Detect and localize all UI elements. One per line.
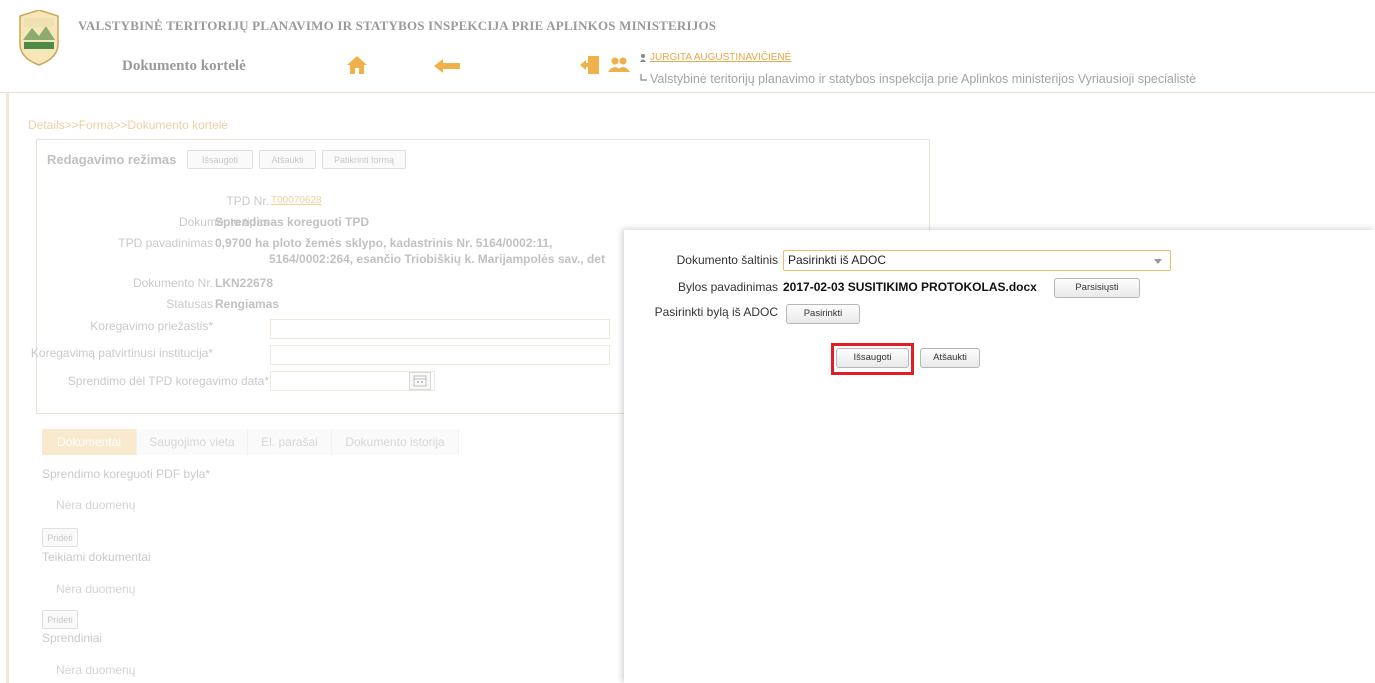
user-icon <box>640 54 646 62</box>
org-title: VALSTYBINĖ TERITORIJŲ PLANAVIMO IR STATY… <box>78 18 717 33</box>
role-arrow-icon <box>640 74 647 81</box>
back-arrow-icon[interactable] <box>434 59 460 73</box>
adoc-dialog: Dokumento šaltinis Pasirinkti iš ADOC By… <box>624 230 1375 683</box>
dialog-cancel-button[interactable]: Atšaukti <box>920 348 980 368</box>
choose-label: Pasirinkti bylą iš ADOC <box>654 305 778 319</box>
user-role: Valstybinė teritorijų planavimo ir staty… <box>650 72 1197 86</box>
save-highlight-box <box>831 343 914 375</box>
file-label: Bylos pavadinimas <box>677 280 778 294</box>
logo-icon <box>19 10 59 66</box>
logout-icon[interactable] <box>580 55 600 75</box>
source-select-value: Pasirinkti iš ADOC <box>788 253 887 267</box>
users-icon[interactable] <box>608 57 630 73</box>
app-header: VALSTYBINĖ TERITORIJŲ PLANAVIMO IR STATY… <box>0 0 1375 92</box>
chevron-down-icon <box>1154 259 1162 264</box>
source-select[interactable]: Pasirinkti iš ADOC <box>783 250 1171 271</box>
file-name-value: 2017-02-03 SUSITIKIMO PROTOKOLAS.docx <box>783 280 1037 294</box>
home-icon[interactable] <box>346 55 368 75</box>
download-button[interactable]: Parsisiųsti <box>1054 278 1140 298</box>
source-label: Dokumento šaltinis <box>676 253 778 267</box>
page-title: Dokumento kortelė <box>122 58 246 74</box>
choose-button[interactable]: Pasirinkti <box>786 304 860 324</box>
user-name-link[interactable]: JURGITA AUGUSTINAVIČIENĖ <box>650 52 791 63</box>
